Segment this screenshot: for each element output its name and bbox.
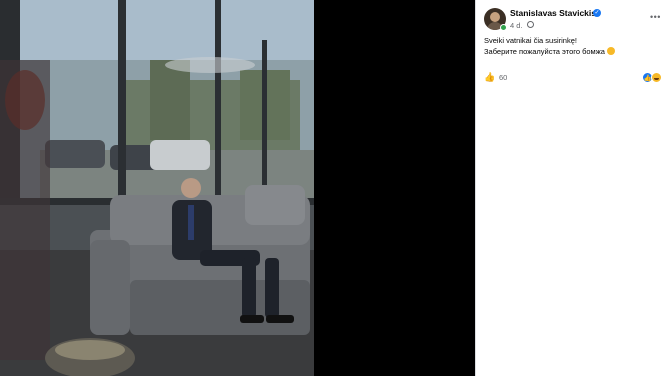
- globe-icon: [527, 21, 534, 28]
- post-text-line-2-text: Заберите пожалуйста этого бомжа: [484, 47, 605, 56]
- post-time[interactable]: 4 d.: [510, 21, 523, 30]
- author-name[interactable]: Stanislavas Stavickis: [510, 8, 596, 18]
- like-icon[interactable]: 👍: [484, 72, 495, 83]
- reaction-icons[interactable]: 👍: [642, 72, 664, 83]
- more-options-icon[interactable]: •••: [650, 12, 661, 22]
- photo-image: [0, 0, 314, 376]
- haha-reaction-icon: [651, 72, 662, 83]
- post-text-line-1: Sveiki vatnikai čia susirinkę!: [484, 36, 577, 45]
- post-photo[interactable]: [0, 0, 314, 376]
- photo-viewer: [0, 0, 475, 376]
- reactions-bar: 👍 60 👍: [484, 72, 664, 84]
- post-text: Sveiki vatnikai čia susirinkę! Заберите …: [484, 35, 664, 57]
- smiling-emoji-icon: [606, 47, 615, 55]
- verified-badge-icon: ✓: [593, 9, 601, 17]
- online-status-icon: [500, 24, 507, 31]
- post-side-panel: Stanislavas Stavickis ✓ 4 d. ••• Sveiki …: [475, 0, 670, 376]
- post-text-line-2: Заберите пожалуйста этого бомжа: [484, 46, 664, 57]
- like-count[interactable]: 60: [499, 73, 507, 82]
- post-header: Stanislavas Stavickis ✓ 4 d. •••: [484, 8, 664, 32]
